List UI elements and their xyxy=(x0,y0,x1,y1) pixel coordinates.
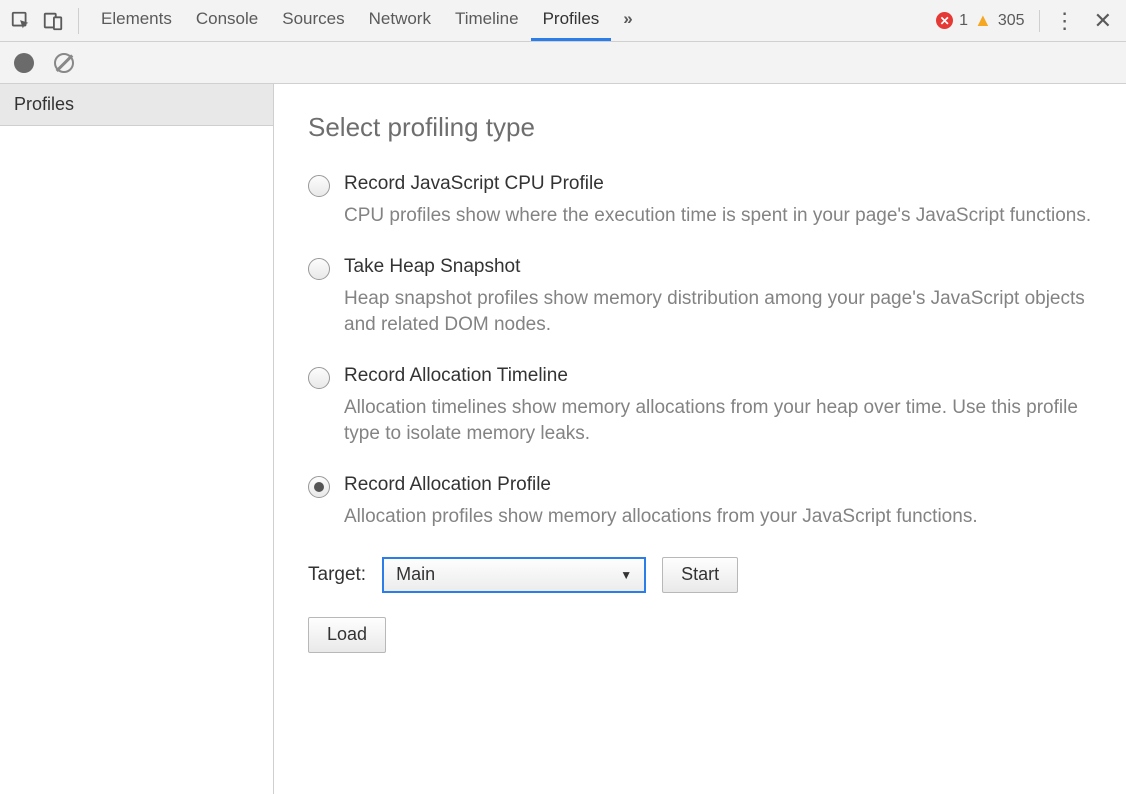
load-button[interactable]: Load xyxy=(308,617,386,653)
option-text: Record Allocation Profile Allocation pro… xyxy=(344,474,978,531)
tab-timeline[interactable]: Timeline xyxy=(443,0,531,41)
tab-sources[interactable]: Sources xyxy=(270,0,356,41)
tab-elements[interactable]: Elements xyxy=(89,0,184,41)
target-select-value: Main xyxy=(396,564,435,585)
option-allocation-timeline[interactable]: Record Allocation Timeline Allocation ti… xyxy=(308,365,1092,448)
tab-overflow[interactable]: » xyxy=(611,0,644,41)
radio-icon[interactable] xyxy=(308,367,330,389)
record-icon[interactable] xyxy=(14,53,34,73)
option-cpu-profile[interactable]: Record JavaScript CPU Profile CPU profil… xyxy=(308,173,1092,230)
profiles-content: Select profiling type Record JavaScript … xyxy=(274,84,1126,794)
tab-console[interactable]: Console xyxy=(184,0,270,41)
radio-icon[interactable] xyxy=(308,175,330,197)
error-count[interactable]: 1 xyxy=(959,12,968,30)
top-right-group: ✕ 1 ▲ 305 ⋮ ✕ xyxy=(936,8,1116,34)
tab-profiles[interactable]: Profiles xyxy=(531,0,612,41)
option-allocation-profile[interactable]: Record Allocation Profile Allocation pro… xyxy=(308,474,1092,531)
option-desc: CPU profiles show where the execution ti… xyxy=(344,203,1091,230)
option-heap-snapshot[interactable]: Take Heap Snapshot Heap snapshot profile… xyxy=(308,256,1092,339)
radio-icon[interactable] xyxy=(308,258,330,280)
option-title: Take Heap Snapshot xyxy=(344,256,1092,278)
target-label: Target: xyxy=(308,564,366,586)
radio-icon[interactable] xyxy=(308,476,330,498)
option-title: Record Allocation Profile xyxy=(344,474,978,496)
sidebar-item-label: Profiles xyxy=(14,94,74,114)
profiles-toolbar xyxy=(0,42,1126,84)
main-split: Profiles Select profiling type Record Ja… xyxy=(0,84,1126,794)
kebab-menu-icon[interactable]: ⋮ xyxy=(1054,8,1076,34)
chevron-down-icon: ▼ xyxy=(620,568,632,582)
option-title: Record Allocation Timeline xyxy=(344,365,1092,387)
divider xyxy=(1039,10,1040,32)
option-text: Record JavaScript CPU Profile CPU profil… xyxy=(344,173,1091,230)
target-select[interactable]: Main ▼ xyxy=(382,557,646,593)
target-row: Target: Main ▼ Start xyxy=(308,557,1092,593)
option-text: Record Allocation Timeline Allocation ti… xyxy=(344,365,1092,448)
clear-icon[interactable] xyxy=(54,53,74,73)
device-toggle-icon[interactable] xyxy=(42,10,64,32)
option-desc: Heap snapshot profiles show memory distr… xyxy=(344,286,1092,339)
option-desc: Allocation timelines show memory allocat… xyxy=(344,395,1092,448)
close-icon[interactable]: ✕ xyxy=(1094,8,1112,34)
warning-badge-icon[interactable]: ▲ xyxy=(974,10,992,31)
top-left-icon-group xyxy=(10,8,79,34)
error-badge-icon[interactable]: ✕ xyxy=(936,12,953,29)
panel-tabs: Elements Console Sources Network Timelin… xyxy=(89,0,645,41)
option-text: Take Heap Snapshot Heap snapshot profile… xyxy=(344,256,1092,339)
option-title: Record JavaScript CPU Profile xyxy=(344,173,1091,195)
inspect-element-icon[interactable] xyxy=(10,10,32,32)
start-button[interactable]: Start xyxy=(662,557,738,593)
page-heading: Select profiling type xyxy=(308,112,1092,143)
profiles-sidebar: Profiles xyxy=(0,84,274,794)
tab-network[interactable]: Network xyxy=(357,0,443,41)
devtools-top-bar: Elements Console Sources Network Timelin… xyxy=(0,0,1126,42)
option-desc: Allocation profiles show memory allocati… xyxy=(344,504,978,531)
sidebar-item-profiles[interactable]: Profiles xyxy=(0,84,273,126)
warning-count[interactable]: 305 xyxy=(998,12,1025,30)
